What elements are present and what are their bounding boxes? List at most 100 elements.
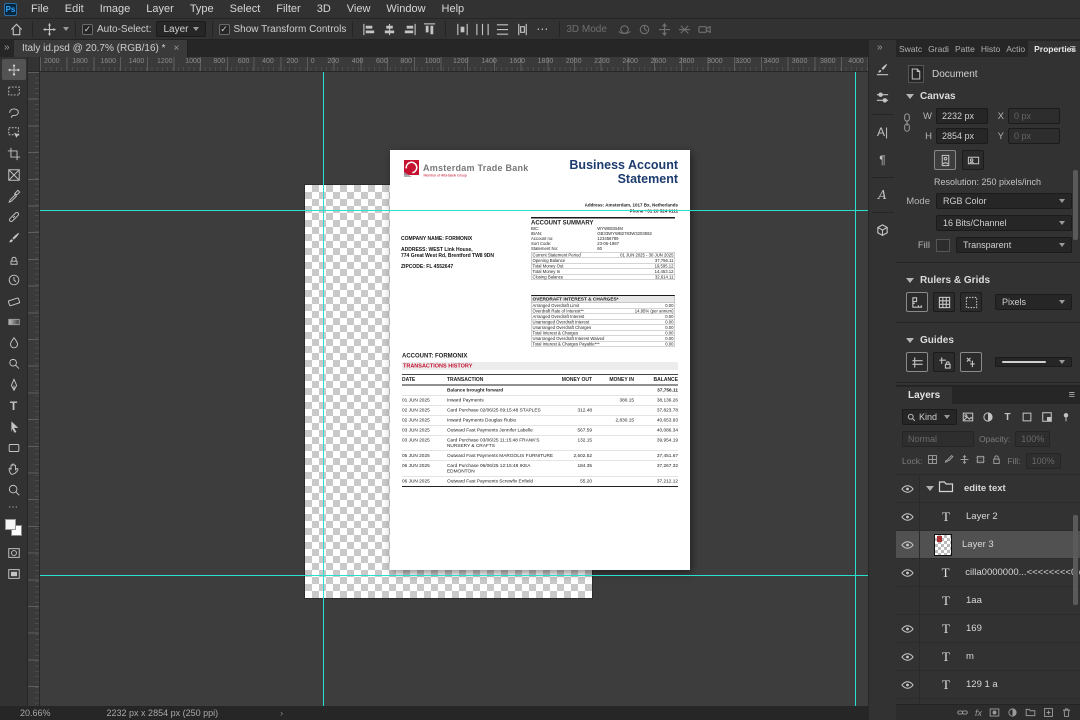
menu-item[interactable]: Filter [268, 1, 308, 17]
new-group-icon[interactable] [1025, 707, 1036, 718]
guide-vertical-right[interactable] [855, 72, 856, 706]
glyphs-panel-icon[interactable]: A [871, 184, 895, 206]
lasso-tool[interactable] [2, 101, 26, 122]
filter-pixel-layers-icon[interactable] [961, 409, 977, 425]
panel-tab[interactable]: Actio [1003, 41, 1028, 57]
visibility-toggle[interactable] [896, 531, 920, 558]
filter-type-layers-icon[interactable]: T [1000, 409, 1016, 425]
lock-position-icon[interactable] [959, 452, 970, 470]
distribute-right-edges-icon[interactable] [512, 20, 532, 38]
lock-paint-icon[interactable] [943, 452, 954, 470]
panel-menu-icon[interactable]: ≡ [1070, 43, 1076, 55]
new-guide-layout-button[interactable] [960, 352, 982, 372]
move-tool-preset-icon[interactable] [39, 20, 59, 38]
lock-guides-button[interactable] [933, 352, 955, 372]
3d-panel-icon[interactable] [871, 219, 895, 241]
rulers-grids-section-header[interactable]: Rulers & Grids [896, 269, 1080, 290]
adjustment-layer-icon[interactable] [1007, 707, 1018, 718]
height-input[interactable]: 2854 px [936, 128, 988, 144]
visibility-toggle[interactable] [896, 671, 920, 698]
menu-item[interactable]: Layer [138, 1, 182, 17]
link-layers-icon[interactable] [957, 707, 968, 718]
vertical-ruler[interactable] [28, 72, 40, 706]
group-expand-chevron[interactable] [926, 486, 934, 491]
menu-item[interactable]: Help [434, 1, 473, 17]
auto-select-checkbox[interactable]: ✓ [82, 23, 93, 35]
document-tab[interactable]: Italy id.psd @ 20.7% (RGB/16) * × [14, 40, 189, 57]
kind-filter-dropdown[interactable]: Kind [902, 409, 957, 425]
menu-item[interactable]: Type [182, 1, 222, 17]
distribute-vertical-centers-icon[interactable] [492, 20, 512, 38]
menu-item[interactable]: Window [378, 1, 433, 17]
foreground-background-colors[interactable] [4, 518, 24, 538]
object-selection-tool[interactable] [2, 122, 26, 143]
adjustments-panel-icon[interactable] [871, 86, 895, 108]
canvas-section-header[interactable]: Canvas [896, 85, 1080, 106]
panel-tab[interactable]: Swatc [896, 41, 925, 57]
brush-tool[interactable] [2, 227, 26, 248]
properties-scrollbar[interactable] [1073, 170, 1078, 240]
tab-close-icon[interactable]: × [174, 43, 180, 54]
fill-dropdown[interactable]: Transparent [956, 237, 1072, 253]
move-tool[interactable] [1, 59, 26, 80]
healing-brush-tool[interactable] [2, 206, 26, 227]
layers-scrollbar[interactable] [1073, 515, 1078, 605]
align-horizontal-centers-icon[interactable] [379, 20, 399, 38]
screen-mode-icon[interactable] [2, 563, 26, 584]
auto-select-target-dropdown[interactable]: Layer [156, 21, 206, 37]
canvas-area[interactable]: Amsterdam Trade Bank Member of Alfa-Bank… [40, 72, 868, 706]
zoom-tool[interactable] [2, 479, 26, 500]
gradient-tool[interactable] [2, 311, 26, 332]
menu-item[interactable]: File [23, 1, 57, 17]
visibility-toggle[interactable] [896, 643, 920, 670]
lock-all-icon[interactable] [991, 452, 1002, 470]
lock-transparency-icon[interactable] [927, 452, 938, 470]
align-left-edges-icon[interactable] [359, 20, 379, 38]
layer-row[interactable]: T 1aa [896, 587, 1080, 615]
layer-row[interactable]: T Layer 3 [896, 531, 1080, 559]
statement-document[interactable]: Amsterdam Trade Bank Member of Alfa-Bank… [390, 150, 690, 570]
layers-menu-icon[interactable]: ≡ [1069, 389, 1075, 401]
pen-tool[interactable] [2, 374, 26, 395]
status-options-arrow[interactable]: › [280, 708, 283, 718]
landscape-orientation-button[interactable] [962, 150, 984, 170]
hand-tool[interactable] [2, 458, 26, 479]
filter-shape-layers-icon[interactable] [1019, 409, 1035, 425]
visibility-toggle[interactable] [896, 503, 920, 530]
type-tool[interactable]: T [2, 395, 26, 416]
character-panel-icon[interactable]: A| [871, 121, 895, 143]
menu-item[interactable]: View [339, 1, 379, 17]
dodge-tool[interactable] [2, 353, 26, 374]
guide-horizontal-top[interactable] [40, 210, 868, 211]
visibility-toggle[interactable] [896, 587, 920, 614]
guide-vertical-left[interactable] [323, 72, 324, 706]
layer-row[interactable]: T m [896, 643, 1080, 671]
history-brush-tool[interactable] [2, 269, 26, 290]
eyedropper-tool[interactable] [2, 185, 26, 206]
toggle-guides-button[interactable] [906, 352, 928, 372]
menu-item[interactable]: Select [222, 1, 269, 17]
menu-item[interactable]: 3D [309, 1, 339, 17]
portrait-orientation-button[interactable] [934, 150, 956, 170]
rectangle-tool[interactable] [2, 437, 26, 458]
toggle-pixel-grid-button[interactable] [960, 292, 982, 312]
align-top-edges-icon[interactable] [419, 20, 439, 38]
toggle-grid-button[interactable] [933, 292, 955, 312]
layer-row[interactable]: T 169 [896, 615, 1080, 643]
toggle-rulers-button[interactable] [906, 292, 928, 312]
frame-tool[interactable] [2, 164, 26, 185]
home-icon[interactable] [6, 20, 26, 38]
brush-settings-panel-icon[interactable] [871, 58, 895, 80]
guide-horizontal-bottom[interactable] [40, 575, 868, 576]
guide-style-dropdown[interactable] [995, 357, 1072, 367]
layer-row[interactable]: T Layer 2 [896, 503, 1080, 531]
color-mode-dropdown[interactable]: RGB Color [936, 193, 1072, 209]
filter-adjustment-layers-icon[interactable] [980, 409, 996, 425]
clone-stamp-tool[interactable] [2, 248, 26, 269]
expand-panels-icon[interactable]: » [877, 42, 883, 53]
collapse-left-icon[interactable]: » [4, 42, 10, 53]
layer-effects-icon[interactable]: fx [975, 708, 982, 718]
bit-depth-dropdown[interactable]: 16 Bits/Channel [936, 215, 1072, 231]
eraser-tool[interactable] [2, 290, 26, 311]
paragraph-panel-icon[interactable]: ¶ [871, 149, 895, 171]
